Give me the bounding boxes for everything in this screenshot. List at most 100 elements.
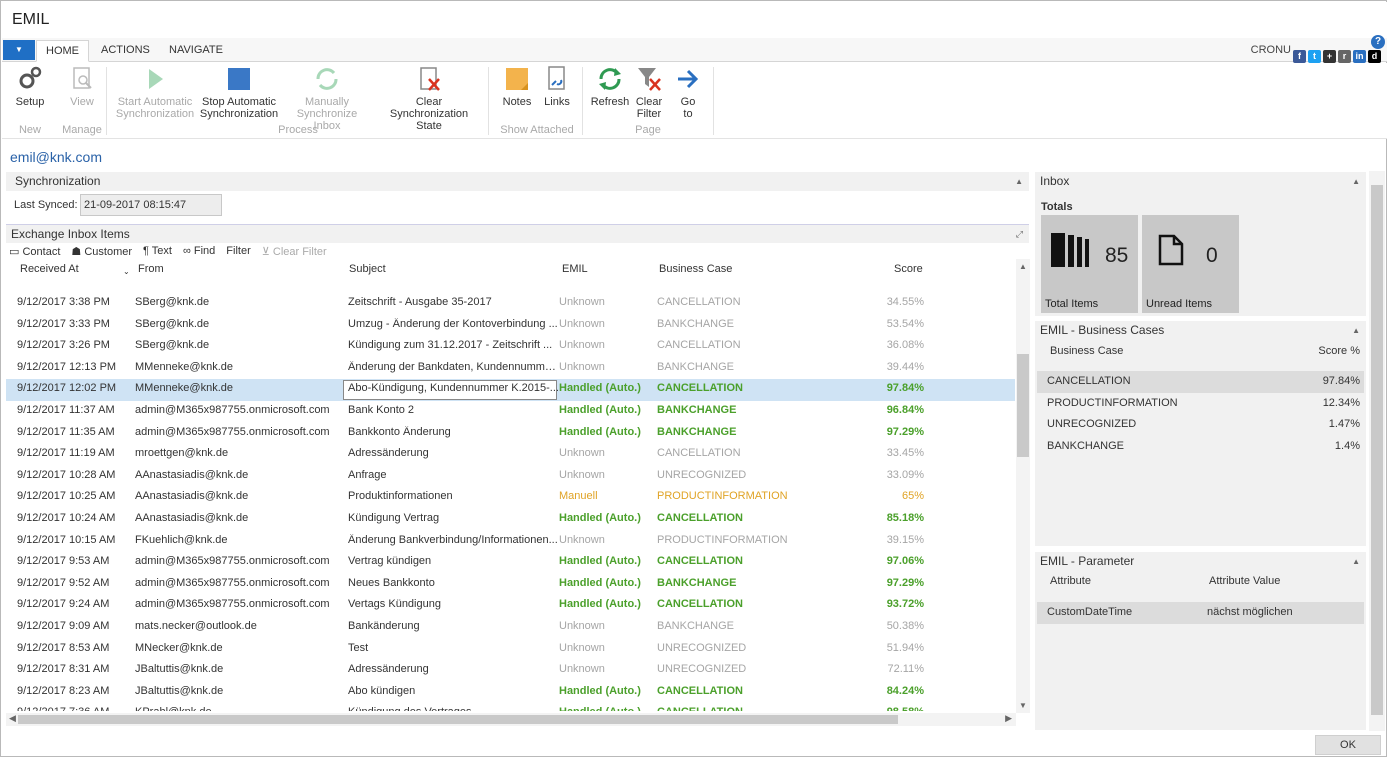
col-from[interactable]: From: [138, 263, 164, 275]
emil-status-cell: Handled (Auto.): [559, 382, 641, 395]
view-button[interactable]: View: [63, 65, 101, 108]
business-case-row[interactable]: BANKCHANGE 1.4%: [1037, 436, 1364, 458]
score-cell: 36.08%: [886, 339, 924, 352]
business-case-row[interactable]: CANCELLATION 97.84%: [1037, 371, 1364, 393]
app-menu-button[interactable]: ▼: [3, 40, 35, 60]
col-score-pct[interactable]: Score %: [1318, 345, 1360, 357]
received-at-cell: 9/12/2017 9:53 AM: [17, 555, 110, 568]
tab-home[interactable]: HOME: [36, 40, 89, 62]
business-case-cell: BANKCHANGE: [657, 317, 735, 330]
table-row[interactable]: 9/12/2017 10:15 AM FKuehlich@knk.de Änderu…: [6, 531, 1015, 553]
table-row[interactable]: 9/12/2017 11:37 AM admin@M365x987755.onmi…: [6, 401, 1015, 423]
tab-navigate[interactable]: NAVIGATE: [160, 40, 232, 62]
text-action[interactable]: ¶ Text: [143, 245, 172, 259]
sync-section-header[interactable]: Synchronization ▲: [6, 172, 1029, 191]
parameter-factbox: EMIL - Parameter ▲ Attribute Attribute V…: [1035, 552, 1366, 730]
contact-action[interactable]: ▭ Contact: [9, 245, 60, 259]
goto-button[interactable]: Go to: [672, 65, 704, 120]
scroll-down-icon[interactable]: ▼: [1019, 701, 1027, 710]
col-emil[interactable]: EMIL: [562, 263, 588, 275]
col-bc[interactable]: Business Case: [1050, 345, 1123, 357]
find-action[interactable]: ∞ Find: [183, 245, 215, 259]
stop-sync-button[interactable]: Stop Automatic Synchronization: [198, 65, 280, 120]
col-attribute[interactable]: Attribute: [1050, 575, 1091, 587]
facebook-icon[interactable]: f: [1293, 50, 1306, 63]
emil-status-cell: Unknown: [559, 641, 605, 654]
customer-action[interactable]: ☗ Customer: [71, 245, 132, 259]
table-row[interactable]: 9/12/2017 11:35 AM admin@M365x987755.onmi…: [6, 423, 1015, 445]
score-cell: 96.84%: [886, 404, 924, 416]
collapse-icon[interactable]: ▲: [1352, 172, 1360, 191]
table-row[interactable]: 9/12/2017 8:23 AM JBaltuttis@knk.de Abo kü…: [6, 682, 1015, 704]
delicious-icon[interactable]: d: [1368, 50, 1381, 63]
start-sync-button[interactable]: Start Automatic Synchronization: [114, 65, 196, 120]
table-row[interactable]: 9/12/2017 9:09 AM mats.necker@outlook.de B…: [6, 617, 1015, 639]
inbox-factbox-header[interactable]: Inbox ▲: [1035, 172, 1366, 191]
business-case-row[interactable]: UNRECOGNIZED 1.47%: [1037, 414, 1364, 436]
scroll-thumb[interactable]: [18, 715, 898, 724]
scroll-right-icon[interactable]: ▶: [1005, 713, 1012, 724]
col-attribute-value[interactable]: Attribute Value: [1209, 575, 1280, 587]
collapse-icon[interactable]: ▲: [1352, 552, 1360, 571]
clear-filter-button[interactable]: Clear Filter: [633, 65, 665, 120]
from-cell: admin@M365x987755.onmicrosoft.com: [135, 404, 330, 416]
unread-items-tile[interactable]: 0 Unread Items: [1142, 215, 1239, 313]
twitter-icon[interactable]: t: [1308, 50, 1321, 63]
from-cell: AAnastasiadis@knk.de: [135, 490, 249, 503]
manual-sync-button[interactable]: Manually Synchronize Inbox: [282, 65, 372, 132]
collapse-icon[interactable]: ▲: [1352, 321, 1360, 340]
collapse-icon[interactable]: ▲: [1015, 172, 1023, 191]
business-case-cell: CANCELLATION: [657, 706, 817, 711]
scroll-thumb[interactable]: [1371, 185, 1383, 715]
help-icon[interactable]: ?: [1371, 35, 1385, 49]
reddit-icon[interactable]: r: [1338, 50, 1351, 63]
table-row[interactable]: 9/12/2017 8:53 AM MNecker@knk.de Test Unkno…: [6, 639, 1015, 661]
filter-action[interactable]: Filter: [226, 245, 250, 259]
totals-label: Totals: [1041, 201, 1073, 213]
expand-icon[interactable]: ⤢: [1016, 225, 1023, 243]
vertical-scrollbar[interactable]: ▲ ▼: [1016, 259, 1030, 713]
table-row[interactable]: 9/12/2017 10:28 AM AAnastasiadis@knk.de An…: [6, 466, 1015, 488]
col-score[interactable]: Score: [894, 263, 923, 275]
table-row[interactable]: 9/12/2017 11:19 AM mroettgen@knk.de Adress…: [6, 444, 1015, 466]
table-row[interactable]: 9/12/2017 8:31 AM JBaltuttis@knk.de Adress…: [6, 660, 1015, 682]
horizontal-scrollbar[interactable]: ◀ ▶: [6, 713, 1016, 726]
total-items-tile[interactable]: 85 Total Items: [1041, 215, 1138, 313]
business-cases-header[interactable]: EMIL - Business Cases ▲: [1035, 321, 1366, 340]
table-row[interactable]: 9/12/2017 9:52 AM admin@M365x987755.onmic…: [6, 574, 1015, 596]
view-icon: [68, 65, 96, 93]
table-row[interactable]: 9/12/2017 3:33 PM SBerg@knk.de Umzug - Änd…: [6, 315, 1015, 337]
table-row[interactable]: 9/12/2017 3:38 PM SBerg@knk.de Zeitschrift…: [6, 293, 1015, 315]
plus-icon[interactable]: +: [1323, 50, 1336, 63]
parameter-header[interactable]: EMIL - Parameter ▲: [1035, 552, 1366, 571]
links-button[interactable]: Links: [540, 65, 574, 108]
parameter-row[interactable]: CustomDateTime nächst möglichen: [1037, 602, 1364, 624]
table-row[interactable]: 9/12/2017 12:13 PM MMenneke@knk.de Änderun…: [6, 358, 1015, 380]
text-action-label: Text: [151, 245, 172, 257]
table-row[interactable]: 9/12/2017 12:02 PM MMenneke@knk.de Abo-Kün…: [6, 379, 1015, 401]
table-row[interactable]: 9/12/2017 7:36 AMKPrahl@knk.de Kündigung …: [6, 703, 1015, 711]
from-cell: admin@M365x987755.onmicrosoft.com: [135, 598, 330, 611]
linkedin-icon[interactable]: in: [1353, 50, 1366, 63]
refresh-button[interactable]: Refresh: [589, 65, 631, 108]
notes-button[interactable]: Notes: [499, 65, 535, 108]
col-subject[interactable]: Subject: [349, 263, 386, 275]
clear-filter-action[interactable]: ⊻ Clear Filter: [262, 245, 327, 259]
table-row[interactable]: 9/12/2017 10:25 AM AAnastasiadis@knk.de Pr…: [6, 487, 1015, 509]
table-row[interactable]: 9/12/2017 3:26 PM SBerg@knk.de Kündigung z…: [6, 336, 1015, 358]
setup-button[interactable]: Setup: [10, 65, 50, 108]
ok-button[interactable]: OK: [1315, 735, 1381, 755]
business-case-row[interactable]: PRODUCTINFORMATION 12.34%: [1037, 393, 1364, 415]
table-row[interactable]: 9/12/2017 10:24 AM AAnastasiadis@knk.de Kü…: [6, 509, 1015, 531]
clear-sync-state-button[interactable]: Clear Synchronization State: [376, 65, 482, 132]
tab-actions[interactable]: ACTIONS: [92, 40, 159, 62]
col-business-case[interactable]: Business Case: [659, 263, 732, 275]
scroll-up-icon[interactable]: ▲: [1019, 262, 1027, 271]
factbox-scrollbar[interactable]: [1369, 171, 1385, 731]
table-row[interactable]: 9/12/2017 9:24 AM admin@M365x987755.onmic…: [6, 595, 1015, 617]
scroll-left-icon[interactable]: ◀: [9, 713, 16, 724]
ribbon-separator: [713, 67, 714, 135]
col-received-at[interactable]: Received At: [20, 263, 79, 275]
scroll-thumb[interactable]: [1017, 354, 1029, 457]
table-row[interactable]: 9/12/2017 9:53 AM admin@M365x987755.onmic…: [6, 552, 1015, 574]
